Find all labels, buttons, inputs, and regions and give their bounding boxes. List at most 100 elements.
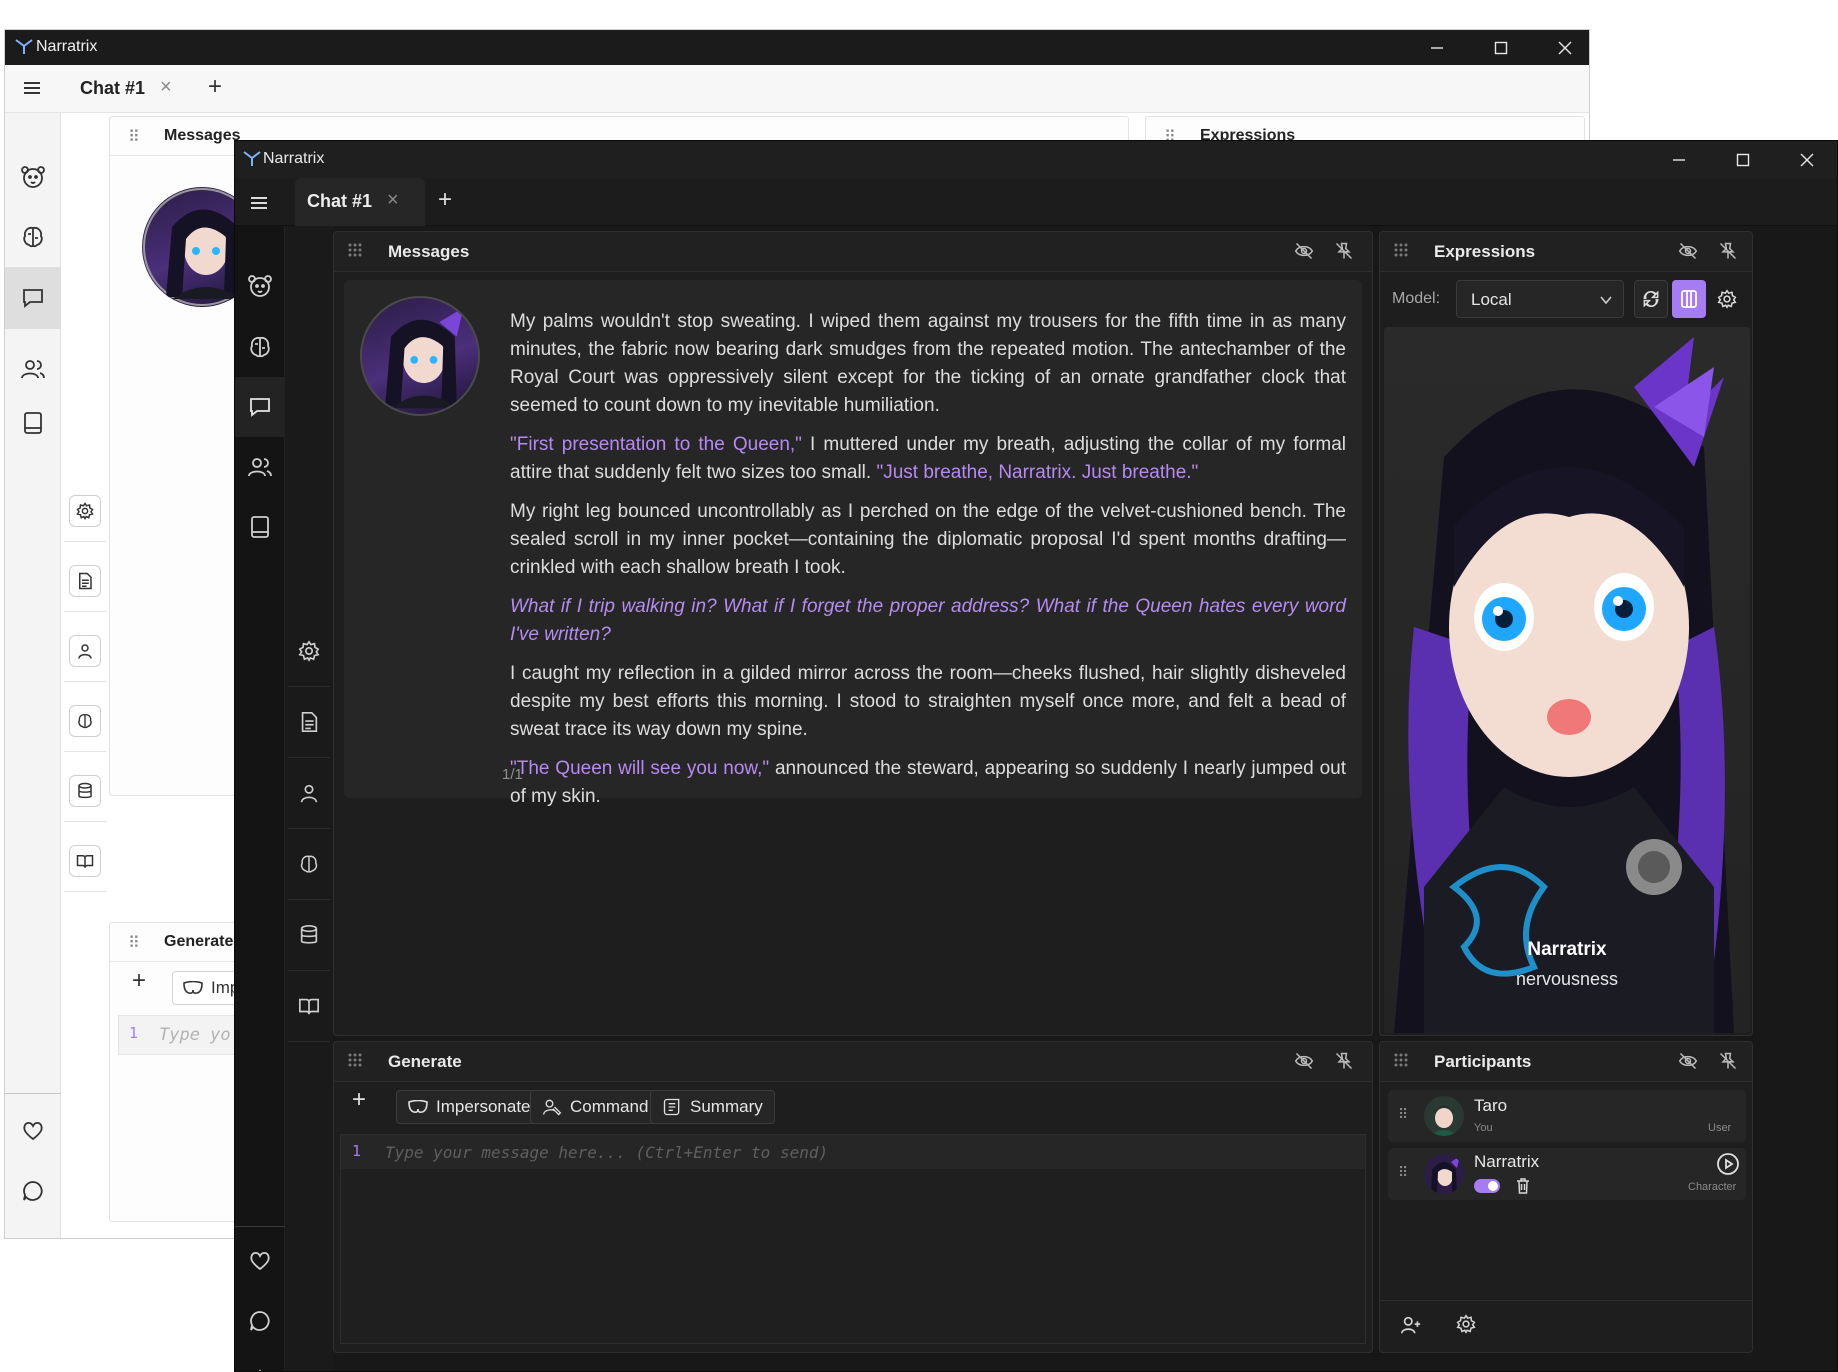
database-tool[interactable] [64, 760, 106, 822]
database-icon[interactable] [288, 900, 330, 971]
close-window-button[interactable] [1533, 30, 1589, 65]
participants-footer-divider [1380, 1300, 1752, 1301]
user-icon [69, 634, 101, 667]
open-book-tool[interactable] [64, 830, 106, 892]
columns-toggle-button[interactable] [1672, 280, 1706, 318]
messages-panel-header: Messages [334, 232, 1372, 272]
minimize-button[interactable] [1405, 30, 1469, 65]
command-button[interactable]: Command [530, 1090, 661, 1124]
participant-role: User [1708, 1122, 1732, 1134]
heart-icon[interactable] [5, 1103, 61, 1159]
participant-role: Character [1688, 1181, 1737, 1193]
settings-icon[interactable] [235, 1351, 285, 1371]
participant-enabled-toggle[interactable] [1474, 1179, 1500, 1193]
expressions-panel: Expressions Model: Local Narratrix nervo… [1379, 231, 1753, 1036]
participant-row-narratrix[interactable]: ⠿ Narratrix Character [1388, 1148, 1746, 1200]
close-window-button[interactable] [1775, 141, 1837, 178]
drag-grip-icon[interactable] [1394, 1053, 1408, 1067]
brain-icon[interactable] [5, 209, 61, 265]
user-icon[interactable] [288, 758, 330, 829]
back-add-button[interactable]: + [132, 967, 146, 995]
pin-off-icon[interactable] [1718, 1051, 1738, 1071]
participant-row-taro[interactable]: ⠿ Taro You User [1388, 1090, 1746, 1142]
message-paragraph: My palms wouldn't stop sweating. I wiped… [510, 308, 1346, 420]
drag-grip-icon[interactable] [348, 243, 362, 257]
trash-icon[interactable] [1516, 1178, 1530, 1194]
tabbar [235, 178, 1837, 226]
drag-grip-icon[interactable]: ⠿ [128, 127, 140, 147]
heart-icon[interactable] [235, 1231, 285, 1291]
book-icon[interactable] [235, 497, 285, 557]
message-card[interactable]: My palms wouldn't stop sweating. I wiped… [344, 280, 1362, 807]
drag-handle-icon[interactable]: ⠿ [1398, 1164, 1408, 1181]
drag-grip-icon[interactable] [1394, 243, 1408, 257]
eye-off-icon[interactable] [1678, 1051, 1698, 1071]
document-tool[interactable] [64, 550, 106, 612]
minimize-button[interactable] [1647, 141, 1711, 178]
generate-add-button[interactable]: + [352, 1086, 366, 1114]
bear-icon[interactable] [235, 256, 285, 316]
drag-grip-icon[interactable] [348, 1053, 362, 1067]
messages-panel: Messages My palms wouldn't stop sweating… [333, 231, 1373, 1036]
back-tool-column [61, 480, 109, 920]
message-paragraph: "First presentation to the Queen," I mut… [510, 431, 1346, 487]
eye-off-icon[interactable] [1678, 241, 1698, 261]
model-select[interactable]: Local [1456, 280, 1624, 318]
tab-chat[interactable]: Chat #1 × [295, 178, 425, 226]
drag-grip-icon[interactable]: ⠿ [128, 933, 140, 953]
tool-column [285, 226, 333, 1371]
tab-add-icon[interactable]: + [438, 186, 452, 214]
pin-off-icon[interactable] [1334, 241, 1354, 261]
participant-avatar-taro [1424, 1096, 1464, 1136]
maximize-button[interactable] [1711, 141, 1775, 178]
editor-placeholder: Type your message here... (Ctrl+Enter to… [385, 1143, 829, 1162]
tab-close-icon[interactable]: × [387, 189, 399, 212]
window-title: Narratrix [36, 38, 98, 55]
back-sidebar [5, 113, 61, 1238]
thought-text: What if I trip walking in? What if I for… [510, 596, 1346, 645]
menu-icon[interactable] [22, 79, 42, 97]
book-icon[interactable] [5, 395, 61, 451]
eye-off-icon[interactable] [1294, 1051, 1314, 1071]
brain-icon[interactable] [288, 829, 330, 900]
pin-off-icon[interactable] [1334, 1051, 1354, 1071]
tab-chat-label[interactable]: Chat #1 [80, 78, 145, 99]
database-icon [69, 774, 101, 807]
gear-icon[interactable] [288, 616, 330, 687]
add-participant-icon[interactable] [1400, 1314, 1422, 1336]
brain-tool[interactable] [64, 690, 106, 752]
pin-off-icon[interactable] [1718, 241, 1738, 261]
play-circle-icon[interactable] [1716, 1152, 1740, 1176]
generate-panel: Generate + Impersonate Command Summary 1… [333, 1041, 1373, 1353]
maximize-button[interactable] [1469, 30, 1533, 65]
open-book-icon[interactable] [288, 971, 330, 1042]
comment-icon[interactable] [5, 1163, 61, 1219]
gear-tool[interactable] [64, 480, 106, 542]
expressions-settings-button[interactable] [1710, 280, 1744, 318]
menu-icon[interactable] [249, 194, 269, 212]
chat-icon[interactable] [5, 267, 61, 329]
eye-off-icon[interactable] [1294, 241, 1314, 261]
tab-add-icon[interactable]: + [208, 73, 222, 101]
message-editor[interactable]: 1 Type your message here... (Ctrl+Enter … [340, 1134, 1366, 1344]
comment-icon[interactable] [235, 1291, 285, 1351]
document-icon[interactable] [288, 687, 330, 758]
narration-text: My right leg bounced uncontrollably as I… [510, 501, 1346, 578]
refresh-button[interactable] [1634, 280, 1668, 318]
brain-icon[interactable] [235, 317, 285, 377]
participants-settings-icon[interactable] [1456, 1314, 1476, 1334]
drag-handle-icon[interactable]: ⠿ [1398, 1106, 1408, 1123]
user-tool[interactable] [64, 620, 106, 682]
summary-button[interactable]: Summary [650, 1090, 775, 1124]
users-icon[interactable] [235, 437, 285, 497]
expression-label: nervousness [1515, 969, 1619, 989]
generate-panel-title: Generate [388, 1052, 462, 1071]
tab-close-icon[interactable]: × [160, 76, 172, 99]
settings-icon[interactable] [5, 1223, 61, 1238]
chat-icon[interactable] [235, 377, 285, 437]
impersonate-button[interactable]: Impersonate [396, 1090, 543, 1124]
participant-avatar-narratrix [1424, 1154, 1464, 1194]
command-label: Command [570, 1097, 649, 1116]
users-icon[interactable] [5, 341, 61, 397]
bear-icon[interactable] [5, 149, 61, 205]
